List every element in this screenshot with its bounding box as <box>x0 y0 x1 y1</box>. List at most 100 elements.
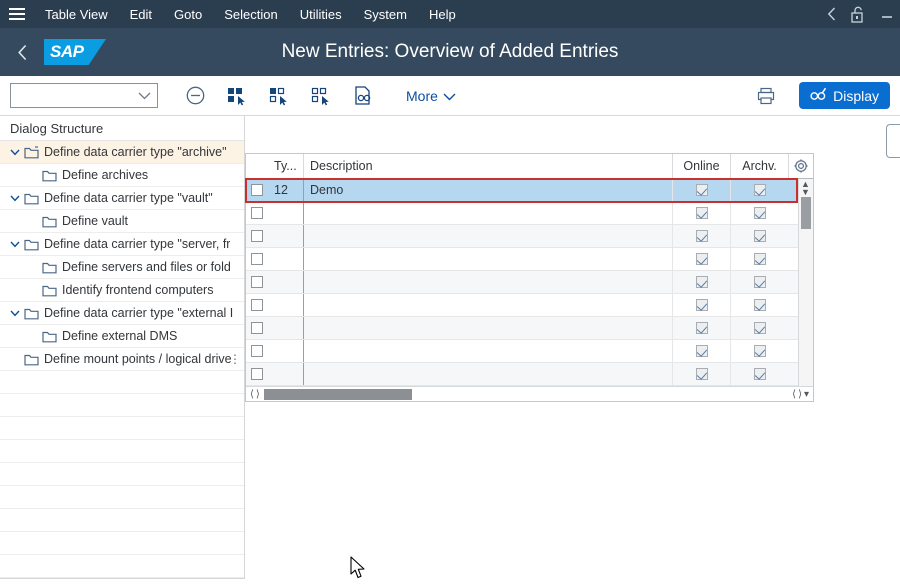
cell-description[interactable] <box>304 271 673 293</box>
menu-item-edit[interactable]: Edit <box>119 4 163 25</box>
archv-checkbox[interactable] <box>754 368 766 380</box>
cell-type[interactable] <box>268 340 304 362</box>
row-select-checkbox[interactable] <box>251 345 263 357</box>
cell-type[interactable] <box>268 317 304 339</box>
navigate-back-button[interactable] <box>0 44 44 61</box>
tree-item-6[interactable]: Identify frontend computers <box>0 279 244 302</box>
table-vertical-scrollbar[interactable] <box>798 179 813 386</box>
hscroll-right-arrows[interactable]: ⟨ ⟩ ▾ <box>788 389 813 400</box>
archv-checkbox[interactable] <box>754 207 766 219</box>
table-header-archv[interactable]: Archv. <box>731 154 789 178</box>
table-row[interactable] <box>246 271 813 294</box>
select-block-button[interactable] <box>260 81 298 111</box>
cell-type[interactable] <box>268 248 304 270</box>
cell-description[interactable] <box>304 225 673 247</box>
table-row[interactable] <box>246 294 813 317</box>
cell-description[interactable] <box>304 202 673 224</box>
table-row[interactable] <box>246 202 813 225</box>
table-row[interactable]: 12 Demo <box>245 178 813 203</box>
archv-checkbox[interactable] <box>754 276 766 288</box>
chevron-down-icon[interactable]: ▾ <box>804 389 809 400</box>
table-row[interactable] <box>246 340 813 363</box>
online-checkbox[interactable] <box>695 322 708 334</box>
more-menu-button[interactable]: More <box>396 88 466 104</box>
select-all-button[interactable] <box>218 81 256 111</box>
cell-description[interactable] <box>304 317 673 339</box>
unlock-padlock-icon[interactable] <box>850 6 866 23</box>
row-select-checkbox[interactable] <box>251 207 263 219</box>
tree-item-1[interactable]: Define archives <box>0 164 244 187</box>
tree-item-3[interactable]: Define vault <box>0 210 244 233</box>
hamburger-menu-icon[interactable] <box>0 0 34 28</box>
printer-icon[interactable] <box>747 81 785 111</box>
chevron-right-icon[interactable]: ⟩ <box>798 389 802 400</box>
cell-description[interactable] <box>304 294 673 316</box>
menu-item-goto[interactable]: Goto <box>163 4 213 25</box>
chevron-right-icon[interactable]: ⟩ <box>256 389 260 400</box>
tree-item-4[interactable]: Define data carrier type "server, fr <box>0 233 244 256</box>
archv-checkbox[interactable] <box>754 253 766 265</box>
row-select-checkbox[interactable] <box>251 184 263 196</box>
table-header-type[interactable]: Ty... <box>268 154 304 178</box>
menu-item-help[interactable]: Help <box>418 4 467 25</box>
variant-button[interactable] <box>344 81 382 111</box>
archv-checkbox[interactable] <box>754 299 766 311</box>
row-spinner[interactable]: ▲ ▼ <box>799 180 812 197</box>
cell-type[interactable]: 12 <box>268 179 304 201</box>
chevron-down-icon[interactable] <box>8 310 22 317</box>
display-button[interactable]: Display <box>799 82 890 109</box>
row-select-checkbox[interactable] <box>251 322 263 334</box>
tree-item-7[interactable]: Define data carrier type "external I <box>0 302 244 325</box>
online-checkbox[interactable] <box>695 230 708 242</box>
archv-checkbox[interactable] <box>754 230 766 242</box>
table-header-description[interactable]: Description <box>304 154 673 178</box>
row-select-checkbox[interactable] <box>251 276 263 288</box>
cell-description[interactable] <box>304 363 673 385</box>
hscroll-thumb[interactable] <box>263 388 412 400</box>
table-header-online[interactable]: Online <box>673 154 731 178</box>
cell-type[interactable] <box>268 202 304 224</box>
chevron-down-icon[interactable] <box>8 195 22 202</box>
row-overflow-icon[interactable]: ⋮ <box>229 352 241 366</box>
menu-item-system[interactable]: System <box>353 4 418 25</box>
cell-type[interactable] <box>268 225 304 247</box>
table-row[interactable] <box>246 363 813 386</box>
online-checkbox[interactable] <box>695 207 708 219</box>
table-row[interactable] <box>246 248 813 271</box>
archv-checkbox[interactable] <box>754 184 766 196</box>
menu-item-utilities[interactable]: Utilities <box>289 4 353 25</box>
row-select-checkbox[interactable] <box>251 230 263 242</box>
cell-type[interactable] <box>268 363 304 385</box>
table-row[interactable] <box>246 225 813 248</box>
online-checkbox[interactable] <box>695 276 708 288</box>
row-select-checkbox[interactable] <box>251 253 263 265</box>
online-checkbox[interactable] <box>695 299 708 311</box>
deselect-all-button[interactable] <box>302 81 340 111</box>
chevron-down-icon[interactable] <box>8 241 22 248</box>
cell-type[interactable] <box>268 271 304 293</box>
hscroll-track[interactable] <box>263 388 789 400</box>
online-checkbox[interactable] <box>695 253 708 265</box>
menu-item-table-view[interactable]: Table View <box>34 4 119 25</box>
table-horizontal-scrollbar[interactable]: ⟨ ⟩ ⟨ ⟩ ▾ <box>246 386 813 401</box>
gear-icon[interactable] <box>789 154 813 178</box>
cell-description[interactable] <box>304 248 673 270</box>
cell-description[interactable]: Demo <box>304 179 673 201</box>
delete-row-button[interactable] <box>176 81 214 111</box>
menu-item-selection[interactable]: Selection <box>213 4 288 25</box>
chevron-left-icon[interactable]: ⟨ <box>792 389 796 400</box>
minimize-icon[interactable] <box>880 9 894 19</box>
tree-item-2[interactable]: Define data carrier type "vault" <box>0 187 244 210</box>
entry-selector-combobox[interactable] <box>10 83 158 108</box>
cell-description[interactable] <box>304 340 673 362</box>
cell-type[interactable] <box>268 294 304 316</box>
hscroll-left-arrows[interactable]: ⟨ ⟩ <box>246 389 264 400</box>
back-chevron-icon[interactable] <box>827 7 836 21</box>
spinner-down-icon[interactable]: ▼ <box>801 188 810 197</box>
chevron-down-icon[interactable] <box>8 149 22 156</box>
vertical-scrollbar-thumb[interactable] <box>801 197 811 229</box>
online-checkbox[interactable] <box>695 368 708 380</box>
tree-item-5[interactable]: Define servers and files or fold <box>0 256 244 279</box>
side-panel-handle[interactable] <box>886 124 900 158</box>
online-checkbox[interactable] <box>695 345 708 357</box>
